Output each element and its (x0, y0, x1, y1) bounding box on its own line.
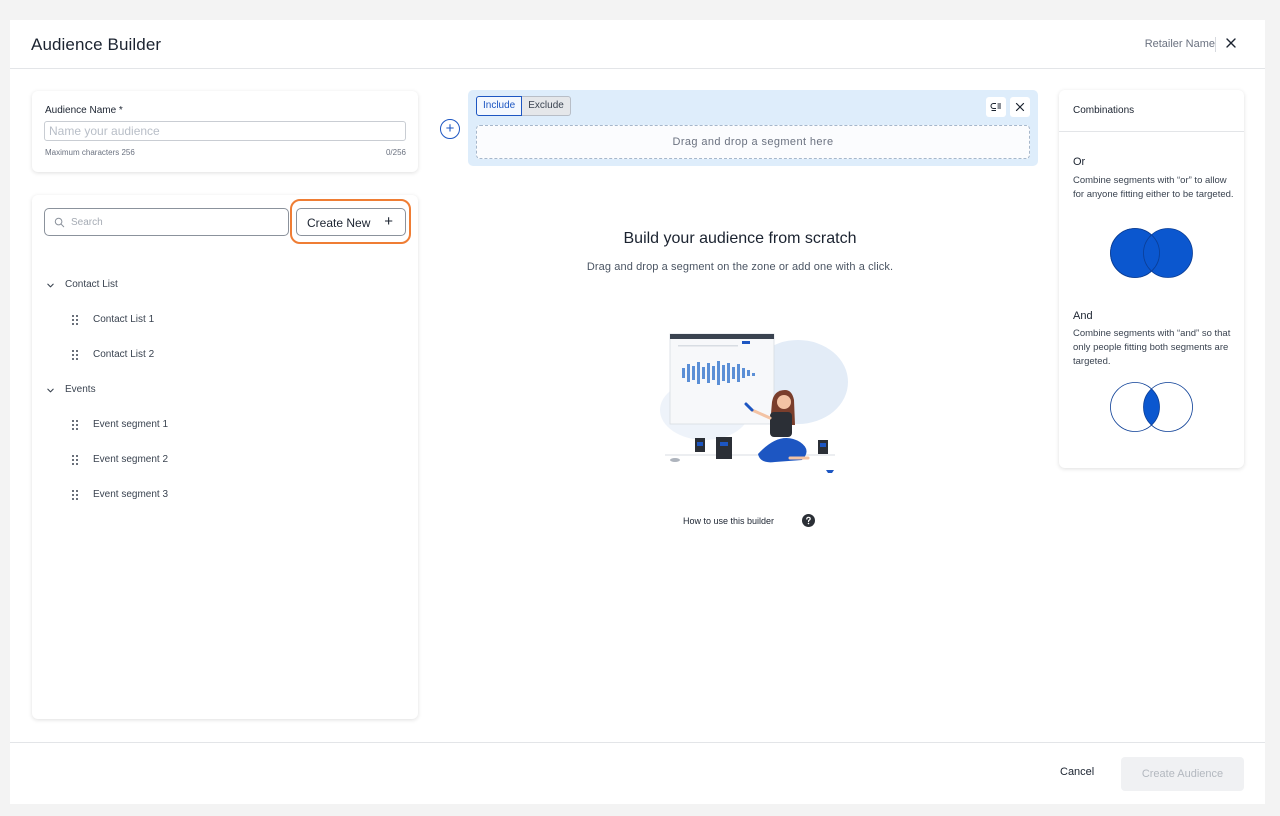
audience-name-label: Audience Name * (45, 105, 123, 116)
and-venn-diagram (1110, 382, 1193, 432)
subset-button[interactable] (986, 97, 1006, 117)
question-circle-icon[interactable] (802, 514, 815, 527)
segment-item-event-3[interactable]: Event segment 3 (72, 485, 372, 507)
segment-drop-zone: Include Exclude Drag and drop a segment … (468, 90, 1038, 166)
add-segment-button[interactable]: + (440, 119, 460, 139)
max-characters-hint: Maximum characters 256 (45, 148, 135, 157)
character-count: 0/256 (385, 148, 406, 157)
plus-icon: + (384, 213, 393, 230)
close-icon (1015, 102, 1025, 112)
retailer-name: Retailer Name (1144, 38, 1215, 50)
segment-item-event-2[interactable]: Event segment 2 (72, 450, 372, 472)
segment-item-label: Event segment 1 (93, 419, 169, 430)
combinations-header: Combinations (1059, 90, 1244, 132)
drag-handle-icon (72, 490, 78, 500)
audience-builder-modal: Audience Builder Retailer Name Audience … (10, 20, 1265, 804)
search-icon (54, 217, 65, 228)
tab-include[interactable]: Include (476, 96, 523, 116)
chevron-down-icon (47, 388, 54, 393)
drag-handle-icon (72, 455, 78, 465)
and-description: Combine segments with “and” so that only… (1073, 328, 1231, 367)
combinations-title: Combinations (1073, 105, 1135, 116)
include-exclude-toggle: Include Exclude (476, 96, 571, 116)
group-label: Contact List (65, 279, 118, 290)
page-title: Audience Builder (31, 35, 162, 54)
or-description: Combine segments with “or” to allow for … (1073, 175, 1234, 200)
modal-header: Audience Builder Retailer Name (10, 20, 1265, 69)
segment-item-label: Event segment 3 (93, 489, 169, 500)
drag-handle-icon (72, 315, 78, 325)
combinations-panel: Combinations Or Combine segments with “o… (1059, 90, 1244, 468)
or-venn-diagram (1110, 228, 1193, 278)
segment-item-contact-list-2[interactable]: Contact List 2 (72, 345, 372, 367)
drop-area[interactable]: Drag and drop a segment here (476, 125, 1030, 159)
search-input[interactable] (71, 213, 281, 231)
remove-zone-button[interactable] (1010, 97, 1030, 117)
subset-icon (990, 103, 1001, 111)
empty-state-illustration (660, 333, 848, 473)
segment-item-contact-list-1[interactable]: Contact List 1 (72, 310, 372, 332)
create-audience-button[interactable]: Create Audience (1121, 757, 1244, 791)
segment-item-label: Contact List 2 (93, 349, 155, 360)
and-title: And (1073, 310, 1093, 322)
empty-state-title: Build your audience from scratch (623, 230, 857, 247)
modal-footer: Cancel Create Audience (10, 742, 1265, 804)
segments-panel: Create New + Contact List Contact List 1 (32, 195, 418, 719)
tab-exclude[interactable]: Exclude (522, 96, 571, 116)
cancel-button[interactable]: Cancel (1060, 766, 1094, 778)
audience-name-card: Audience Name * Maximum characters 256 0… (32, 91, 418, 172)
or-title: Or (1073, 156, 1086, 168)
create-new-label: Create New (307, 216, 371, 230)
segment-item-label: Event segment 2 (93, 454, 169, 465)
segment-item-label: Contact List 1 (93, 314, 155, 325)
empty-state-subtitle: Drag and drop a segment on the zone or a… (586, 261, 894, 273)
audience-name-input[interactable] (44, 121, 406, 141)
group-label: Events (65, 384, 96, 395)
close-icon[interactable] (1223, 35, 1239, 51)
drag-handle-icon (72, 350, 78, 360)
create-new-button[interactable]: Create New + (296, 208, 406, 236)
header-divider (1215, 37, 1216, 52)
plus-circle-icon: + (445, 120, 455, 137)
chevron-down-icon (47, 283, 54, 288)
drag-handle-icon (72, 420, 78, 430)
how-to-use-label: How to use this builder (683, 516, 775, 526)
segment-search[interactable] (44, 208, 289, 236)
segment-item-event-1[interactable]: Event segment 1 (72, 415, 372, 437)
